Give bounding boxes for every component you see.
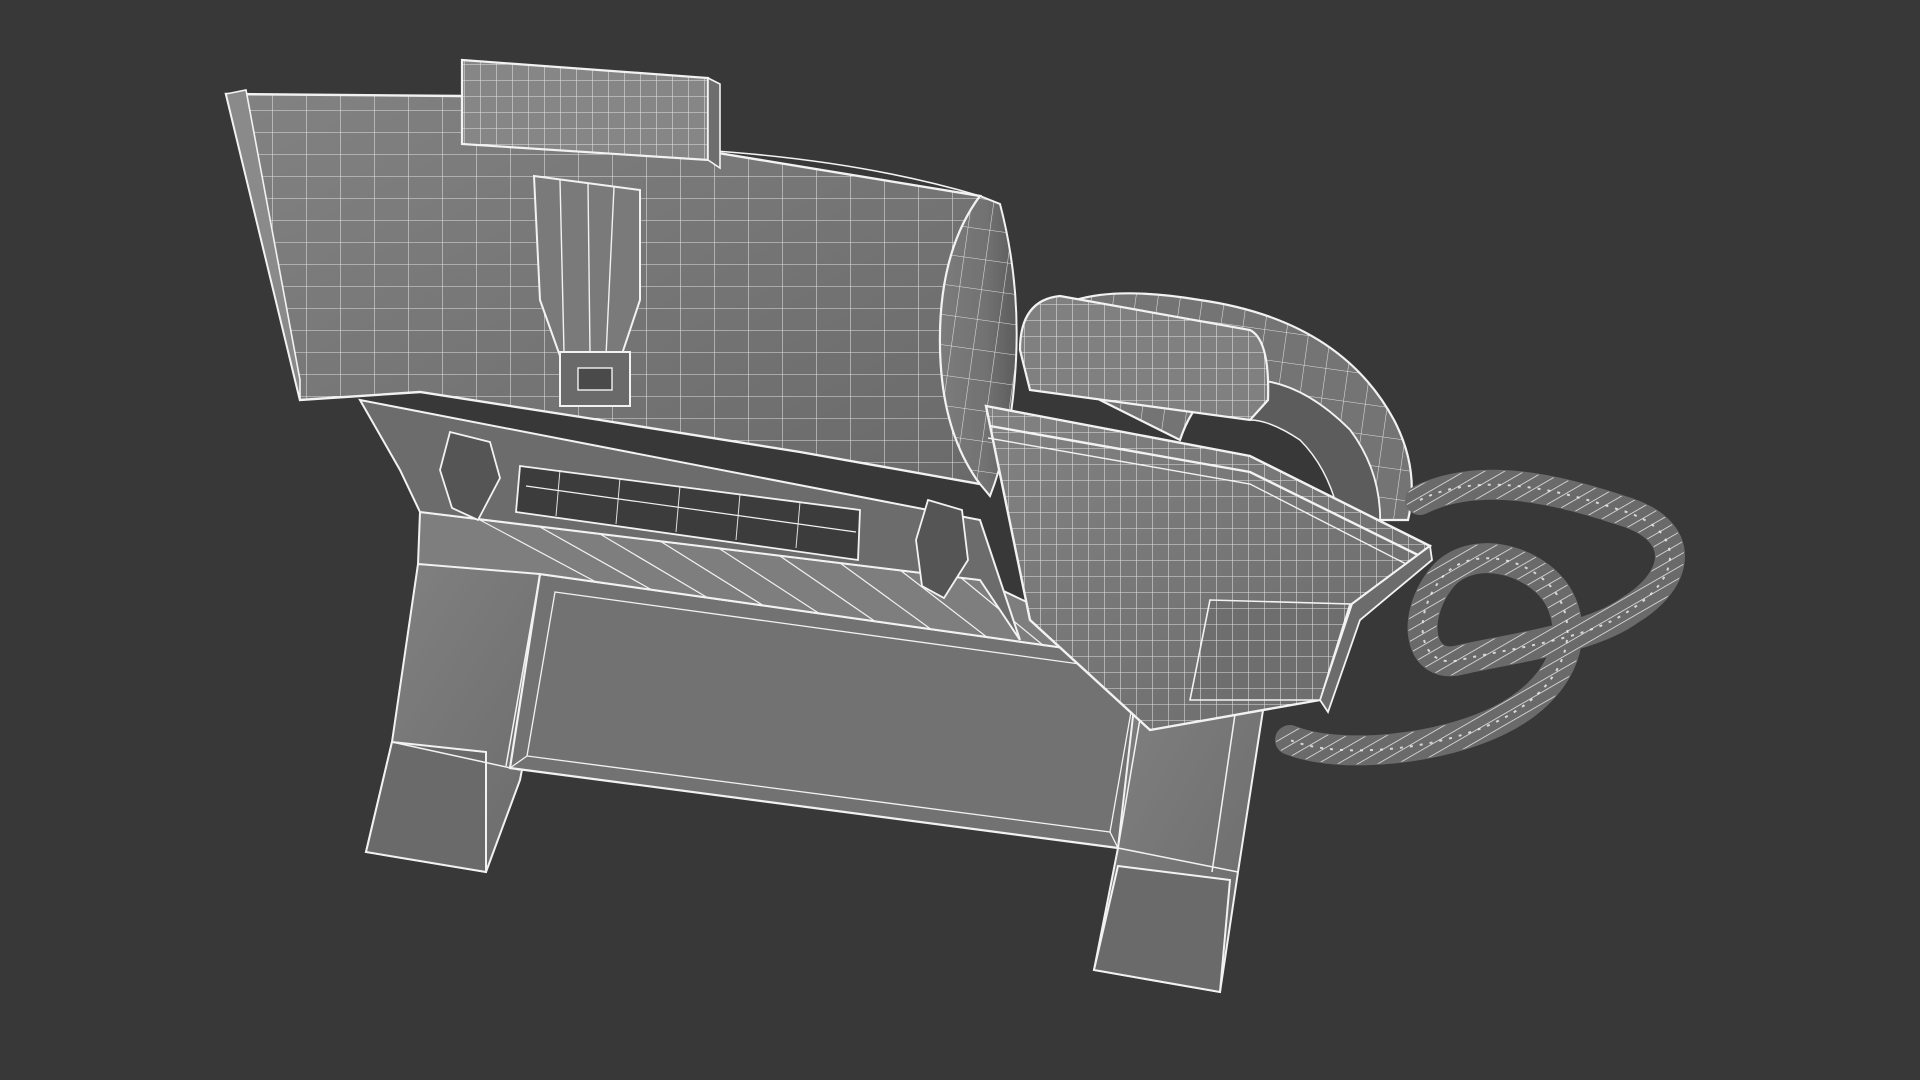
- phone-wireframe-model: [224, 58, 1685, 994]
- display-panel: [224, 58, 1018, 498]
- render-viewport: [0, 0, 1920, 1080]
